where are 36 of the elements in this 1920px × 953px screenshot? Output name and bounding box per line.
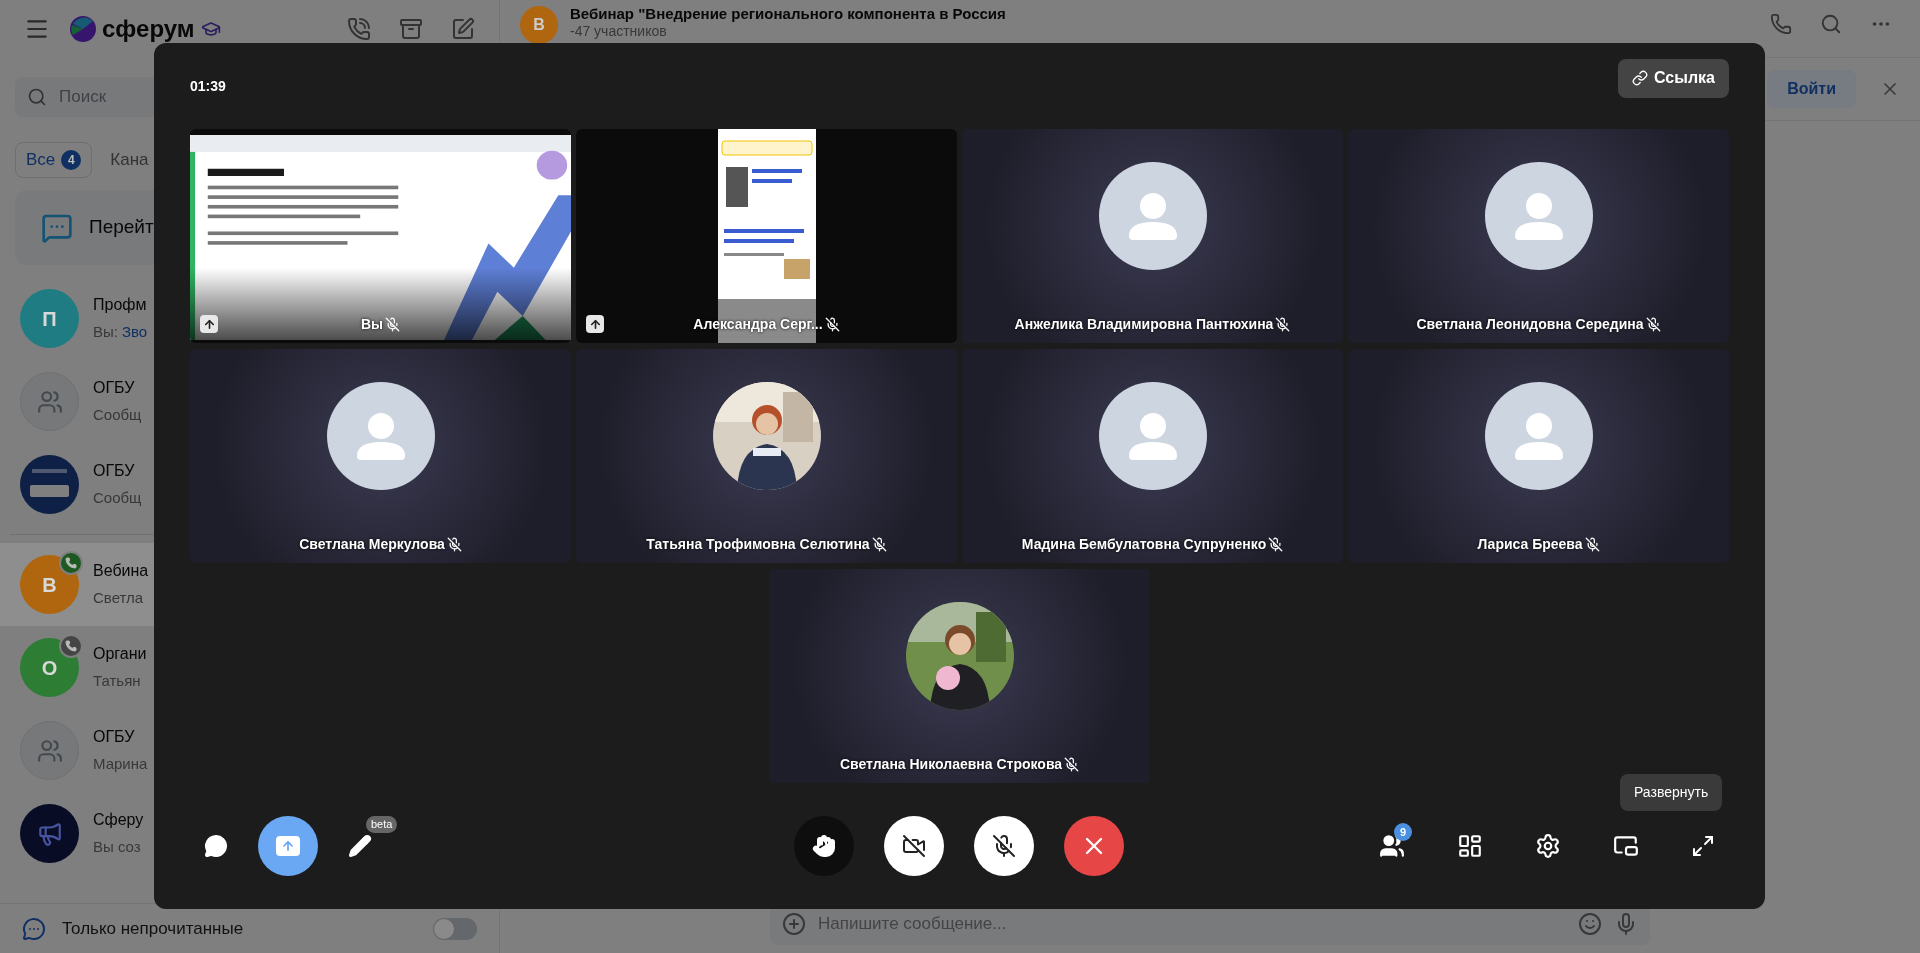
banner-text: Перейт <box>89 215 154 240</box>
chat-title: Сферу <box>93 810 144 831</box>
chat-title: ОГБУ <box>93 727 136 748</box>
avatar: П <box>20 289 79 348</box>
expand-tooltip: Развернуть <box>1620 774 1723 811</box>
chat-title: Вебинар "Внедрение регионального компонента в Россия <box>570 5 1006 23</box>
chat-title: Профм <box>93 295 148 316</box>
participant-name: Мадина Бембулатовна Супруненко <box>1021 535 1267 554</box>
participants-count-badge: 9 <box>1394 823 1412 841</box>
count-badge: 4 <box>61 150 82 170</box>
chat-preview: Сообщ <box>93 405 142 426</box>
participant-name: Светлана Меркулова <box>299 535 445 554</box>
avatar: О <box>20 638 79 697</box>
participant-name: Татьяна Трофимовна Селютина <box>646 535 870 554</box>
participant-name: Вы <box>360 315 384 334</box>
chat-preview: Вы: <box>93 322 118 343</box>
avatar: В <box>20 555 79 614</box>
participant-name: Светлана Николаевна Строкова <box>839 755 1063 774</box>
participant-name: Светлана Леонидовна Середина <box>1416 315 1644 334</box>
call-timer: 01:39 <box>190 76 226 96</box>
chat-preview: Светла <box>93 588 144 609</box>
chat-title: ОГБУ <box>93 461 136 482</box>
chat-subtitle: -47 участников <box>570 23 668 40</box>
chat-preview: Вы соз <box>93 837 141 858</box>
chat-title: ОГБУ <box>93 378 136 399</box>
unread-only-label: Только непрочитанные <box>62 917 244 940</box>
participant-name: Лариса Бреева <box>1477 535 1583 554</box>
app-logo-text: сферум <box>102 13 195 44</box>
participant-name: Анжелика Владимировна Пантюхина <box>1014 315 1274 334</box>
chat-title: Органи <box>93 644 147 665</box>
chat-preview: Сообщ <box>93 488 142 509</box>
beta-badge: beta <box>366 816 398 833</box>
chat-preview: Марина <box>93 754 148 775</box>
chat-title: Вебина <box>93 561 149 582</box>
chat-preview: Татьян <box>93 671 141 692</box>
chat-avatar: В <box>520 6 558 44</box>
